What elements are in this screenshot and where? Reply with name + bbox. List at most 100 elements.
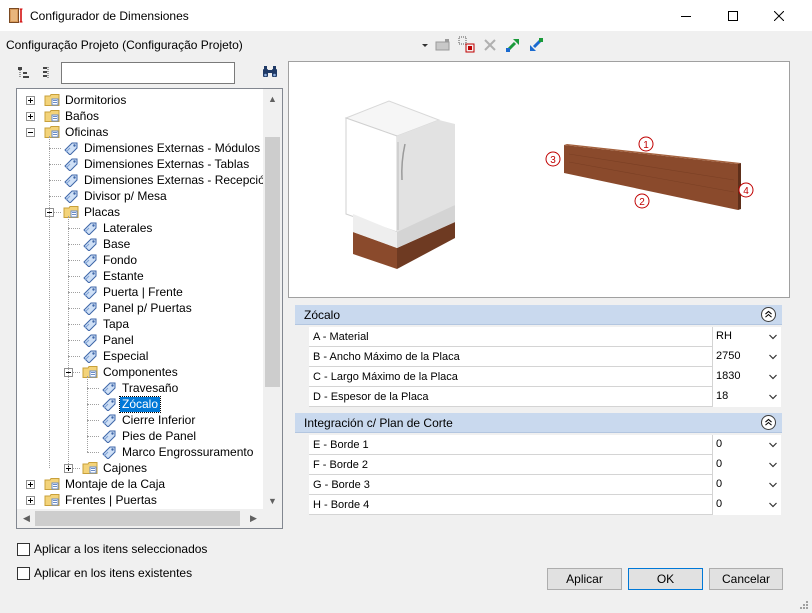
chevron-down-icon[interactable] [769, 461, 777, 469]
property-row: E - Borde 1 0 [309, 435, 781, 455]
maximize-button[interactable] [710, 0, 756, 31]
apply-existing-checkbox[interactable] [17, 567, 30, 580]
property-value: 18 [716, 390, 729, 402]
tree-item[interactable]: Panel p/ Puertas [82, 300, 194, 316]
tree-item[interactable]: Marco Engrossuramento [101, 444, 255, 460]
list-view-icon[interactable] [39, 66, 53, 80]
property-value: 0 [716, 458, 723, 470]
tree-item[interactable]: Componentes [82, 364, 180, 380]
tree-item[interactable]: Puerta | Frente [82, 284, 185, 300]
chevron-down-icon[interactable] [769, 373, 777, 381]
collapse-section-icon[interactable] [761, 415, 776, 430]
chevron-down-icon[interactable] [769, 441, 777, 449]
close-icon [774, 10, 784, 21]
category-tree[interactable]: Dormitorios Baños Oficinas Dimensiones Exte… [16, 88, 283, 529]
tree-item[interactable]: Divisor p/ Mesa [63, 188, 169, 204]
vertical-scroll-thumb[interactable] [265, 137, 280, 387]
folder-icon [82, 462, 98, 474]
tree-item[interactable]: Cierre Inferior [101, 412, 197, 428]
tree-item[interactable]: Fondo [82, 252, 139, 268]
cancel-button[interactable]: Cancelar [709, 568, 783, 590]
expand-icon[interactable] [26, 112, 35, 121]
move-icon[interactable] [458, 36, 476, 54]
scroll-down-icon[interactable]: ▼ [264, 492, 281, 509]
tree-guide-line [87, 376, 88, 452]
binoculars-icon[interactable] [262, 65, 278, 79]
resize-grip-icon[interactable] [799, 600, 809, 610]
tag-icon [83, 318, 97, 331]
property-value-dropdown[interactable]: RH [712, 327, 781, 347]
tree-item-label: Baños [65, 108, 100, 123]
property-name: F - Borde 2 [313, 459, 369, 471]
tree-item[interactable]: Dimensiones Externas - Tablas [63, 156, 251, 172]
tree-item[interactable]: Pies de Panel [101, 428, 198, 444]
tree-item[interactable]: Oficinas [44, 124, 110, 140]
property-value-dropdown[interactable]: 0 [712, 475, 781, 495]
section-header[interactable]: Zócalo [295, 305, 782, 325]
tree-item[interactable]: Travesaño [101, 380, 180, 396]
property-value-dropdown[interactable]: 1830 [712, 367, 781, 387]
apply-selected-checkbox[interactable] [17, 543, 30, 556]
expand-icon[interactable] [26, 480, 35, 489]
tree-item[interactable]: Frentes | Puertas [44, 492, 159, 508]
minimize-button[interactable] [663, 0, 709, 31]
scroll-up-icon[interactable]: ▲ [264, 90, 281, 107]
tag-icon [102, 398, 116, 411]
chevron-down-icon[interactable] [769, 353, 777, 361]
folder-icon [44, 94, 60, 106]
tree-view-icon[interactable] [17, 66, 31, 80]
tree-item-label: Cajones [103, 460, 148, 475]
tree-connector [49, 196, 61, 197]
tree-item[interactable]: Tapa [82, 316, 131, 332]
chevron-down-icon[interactable] [769, 481, 777, 489]
expand-icon[interactable] [26, 496, 35, 505]
scroll-left-icon[interactable]: ◀ [18, 510, 35, 527]
tree-item[interactable]: Dimensiones Externas - Recepción [63, 172, 263, 188]
tree-connector [49, 180, 61, 181]
scroll-right-icon[interactable]: ▶ [245, 510, 262, 527]
collapse-icon[interactable] [26, 128, 35, 137]
tree-connector [68, 276, 80, 277]
chevron-down-icon[interactable] [769, 393, 777, 401]
section-header[interactable]: Integración c/ Plan de Corte [295, 413, 782, 433]
tree-item[interactable]: Base [82, 236, 132, 252]
chevron-down-icon[interactable] [769, 333, 777, 341]
tree-item[interactable]: Laterales [82, 220, 154, 236]
expand-icon[interactable] [26, 96, 35, 105]
ok-button[interactable]: OK [628, 568, 703, 590]
tree-item[interactable]: Dimensiones Externas - Módulos [63, 140, 262, 156]
tree-item[interactable]: Dormitorios [44, 92, 128, 108]
tree-item[interactable]: Zócalo [101, 395, 162, 413]
chevron-down-icon[interactable] [769, 501, 777, 509]
tree-item[interactable]: Baños [44, 108, 101, 124]
configuration-selector[interactable]: Configuração Projeto (Configuração Proje… [6, 38, 243, 52]
search-input[interactable] [61, 62, 235, 84]
tree-item[interactable]: Cajones [82, 460, 149, 476]
property-value-dropdown[interactable]: 0 [712, 435, 781, 455]
tree-item[interactable]: Estante [82, 268, 146, 284]
tree-item[interactable]: Placas [63, 204, 122, 220]
close-button[interactable] [756, 0, 802, 31]
dropdown-arrow-icon[interactable] [420, 38, 430, 52]
tree-horizontal-scrollbar[interactable]: ◀ ▶ [17, 509, 263, 528]
collapse-section-icon[interactable] [761, 307, 776, 322]
tree-item[interactable]: Panel [82, 332, 136, 348]
property-value-dropdown[interactable]: 2750 [712, 347, 781, 367]
tag-icon [64, 190, 78, 203]
property-name: E - Borde 1 [313, 439, 369, 451]
tag-icon [83, 238, 97, 251]
apply-button[interactable]: Aplicar [547, 568, 622, 590]
export-icon[interactable] [504, 36, 522, 54]
apply-existing-label: Aplicar en los itens existentes [34, 566, 193, 580]
tree-item[interactable]: Especial [82, 348, 150, 364]
tree-vertical-scrollbar[interactable]: ▲ ▼ [263, 89, 282, 510]
tree-item[interactable]: Montaje de la Caja [44, 476, 167, 492]
property-value-dropdown[interactable]: 18 [712, 387, 781, 407]
tree-connector [68, 260, 80, 261]
horizontal-scroll-thumb[interactable] [35, 511, 240, 526]
property-value-dropdown[interactable]: 0 [712, 495, 781, 515]
delete-icon[interactable] [481, 36, 499, 54]
slide-icon[interactable] [434, 36, 452, 54]
import-icon[interactable] [527, 36, 545, 54]
property-value-dropdown[interactable]: 0 [712, 455, 781, 475]
